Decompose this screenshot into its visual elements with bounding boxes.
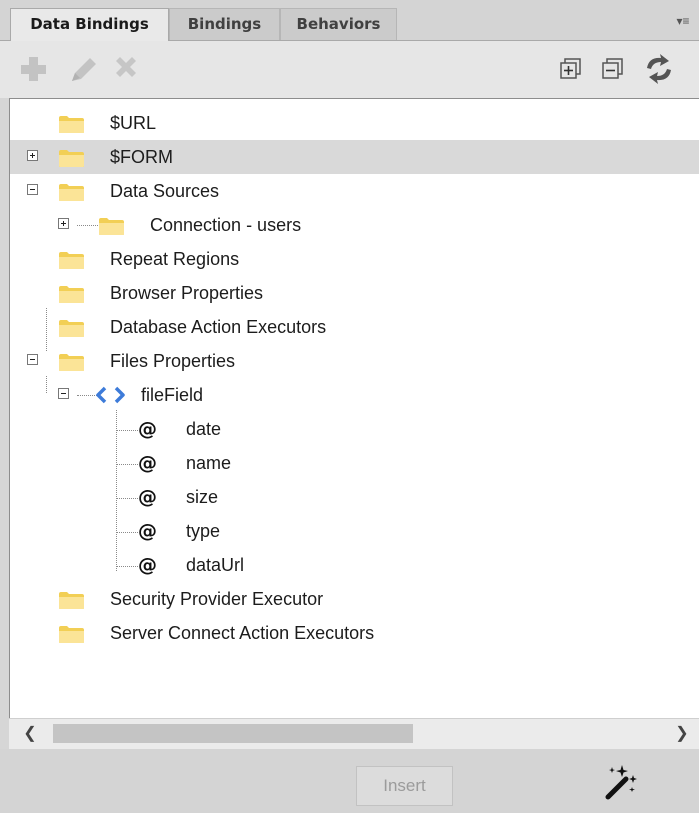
at-icon: @ [138, 486, 157, 508]
tree-item-url[interactable]: $URL [10, 106, 699, 140]
scroll-right-icon[interactable]: ❯ [667, 719, 697, 749]
expand-toggle[interactable] [27, 150, 38, 161]
panel-tab-bar: Data Bindings Bindings Behaviors ▾≡ [0, 0, 699, 41]
tree-item-label: size [186, 487, 219, 507]
toolbar [0, 40, 699, 98]
tree-item-security-provider-executor[interactable]: Security Provider Executor [10, 582, 699, 616]
object-icon [96, 386, 125, 404]
folder-icon [58, 148, 85, 168]
panel-menu-icon[interactable]: ▾≡ [671, 12, 695, 30]
tree-item-label: name [186, 453, 232, 473]
tree-item-label: dataUrl [186, 555, 245, 575]
tree-item-form[interactable]: $FORM [10, 140, 699, 174]
folder-icon [58, 114, 85, 134]
scroll-left-icon[interactable]: ❮ [15, 719, 45, 749]
tree-item-label: Browser Properties [110, 283, 264, 303]
horizontal-scrollbar[interactable]: ❮ ❯ [9, 718, 699, 749]
tree-item-server-connect-action-executors[interactable]: Server Connect Action Executors [10, 616, 699, 650]
tree-item-label: Data Sources [110, 181, 220, 201]
insert-button[interactable]: Insert [356, 766, 453, 806]
at-icon: @ [138, 554, 157, 576]
tab-bindings[interactable]: Bindings [169, 8, 280, 40]
tree-item-label: Server Connect Action Executors [110, 623, 375, 643]
tree-item-label: fileField [141, 385, 204, 405]
collapse-toggle[interactable] [27, 354, 38, 365]
expand-toggle[interactable] [58, 218, 69, 229]
folder-icon [58, 250, 85, 270]
folder-icon [58, 590, 85, 610]
folder-icon [98, 216, 125, 236]
pencil-icon[interactable] [66, 51, 102, 87]
tree-item-attribute[interactable]: @ type [10, 514, 699, 548]
folder-icon [58, 624, 85, 644]
folder-icon [58, 352, 85, 372]
tree-item-attribute[interactable]: @ date [10, 412, 699, 446]
tree-item-label: Security Provider Executor [110, 589, 324, 609]
at-icon: @ [138, 418, 157, 440]
tab-label: Bindings [187, 15, 262, 33]
folder-icon [58, 182, 85, 202]
tree-item-label: $FORM [110, 147, 173, 167]
folder-icon [58, 284, 85, 304]
tree-item-browser-properties[interactable]: Browser Properties [10, 276, 699, 310]
plus-icon[interactable] [16, 51, 52, 87]
at-icon: @ [138, 452, 157, 474]
tree-item-label: date [186, 419, 222, 439]
tree-item-attribute[interactable]: @ size [10, 480, 699, 514]
tree-item-data-sources[interactable]: Data Sources [10, 174, 699, 208]
expand-all-icon[interactable] [555, 51, 591, 87]
magic-wand-icon[interactable] [600, 763, 640, 803]
tree-item-database-action-executors[interactable]: Database Action Executors [10, 310, 699, 344]
collapse-toggle[interactable] [58, 388, 69, 399]
delete-icon[interactable] [108, 51, 144, 87]
tree-item-repeat-regions[interactable]: Repeat Regions [10, 242, 699, 276]
tree-item-label: Connection - users [150, 215, 302, 235]
tree-item-attribute[interactable]: @ name [10, 446, 699, 480]
tree-item-label: Database Action Executors [110, 317, 327, 337]
tree-item-attribute[interactable]: @ dataUrl [10, 548, 699, 582]
tab-label: Data Bindings [30, 15, 149, 33]
tab-behaviors[interactable]: Behaviors [280, 8, 397, 40]
tree-item-label: Repeat Regions [110, 249, 240, 269]
tree-item-file-field[interactable]: fileField [10, 378, 699, 412]
bottom-bar: Insert [0, 749, 699, 813]
tree-item-connection[interactable]: Connection - users [10, 208, 699, 242]
tree-item-label: $URL [110, 113, 157, 133]
tab-label: Behaviors [296, 15, 381, 33]
refresh-icon[interactable] [641, 51, 677, 87]
scrollbar-thumb[interactable] [53, 724, 413, 743]
at-icon: @ [138, 520, 157, 542]
folder-icon [58, 318, 85, 338]
tree-item-files-properties[interactable]: Files Properties [10, 344, 699, 378]
collapse-toggle[interactable] [27, 184, 38, 195]
collapse-all-icon[interactable] [597, 51, 633, 87]
tree-item-label: type [186, 521, 221, 541]
tab-data-bindings[interactable]: Data Bindings [10, 8, 169, 41]
tree-item-label: Files Properties [110, 351, 236, 371]
data-bindings-tree: $URL $FORM Data Sources Connection - use… [9, 98, 699, 719]
